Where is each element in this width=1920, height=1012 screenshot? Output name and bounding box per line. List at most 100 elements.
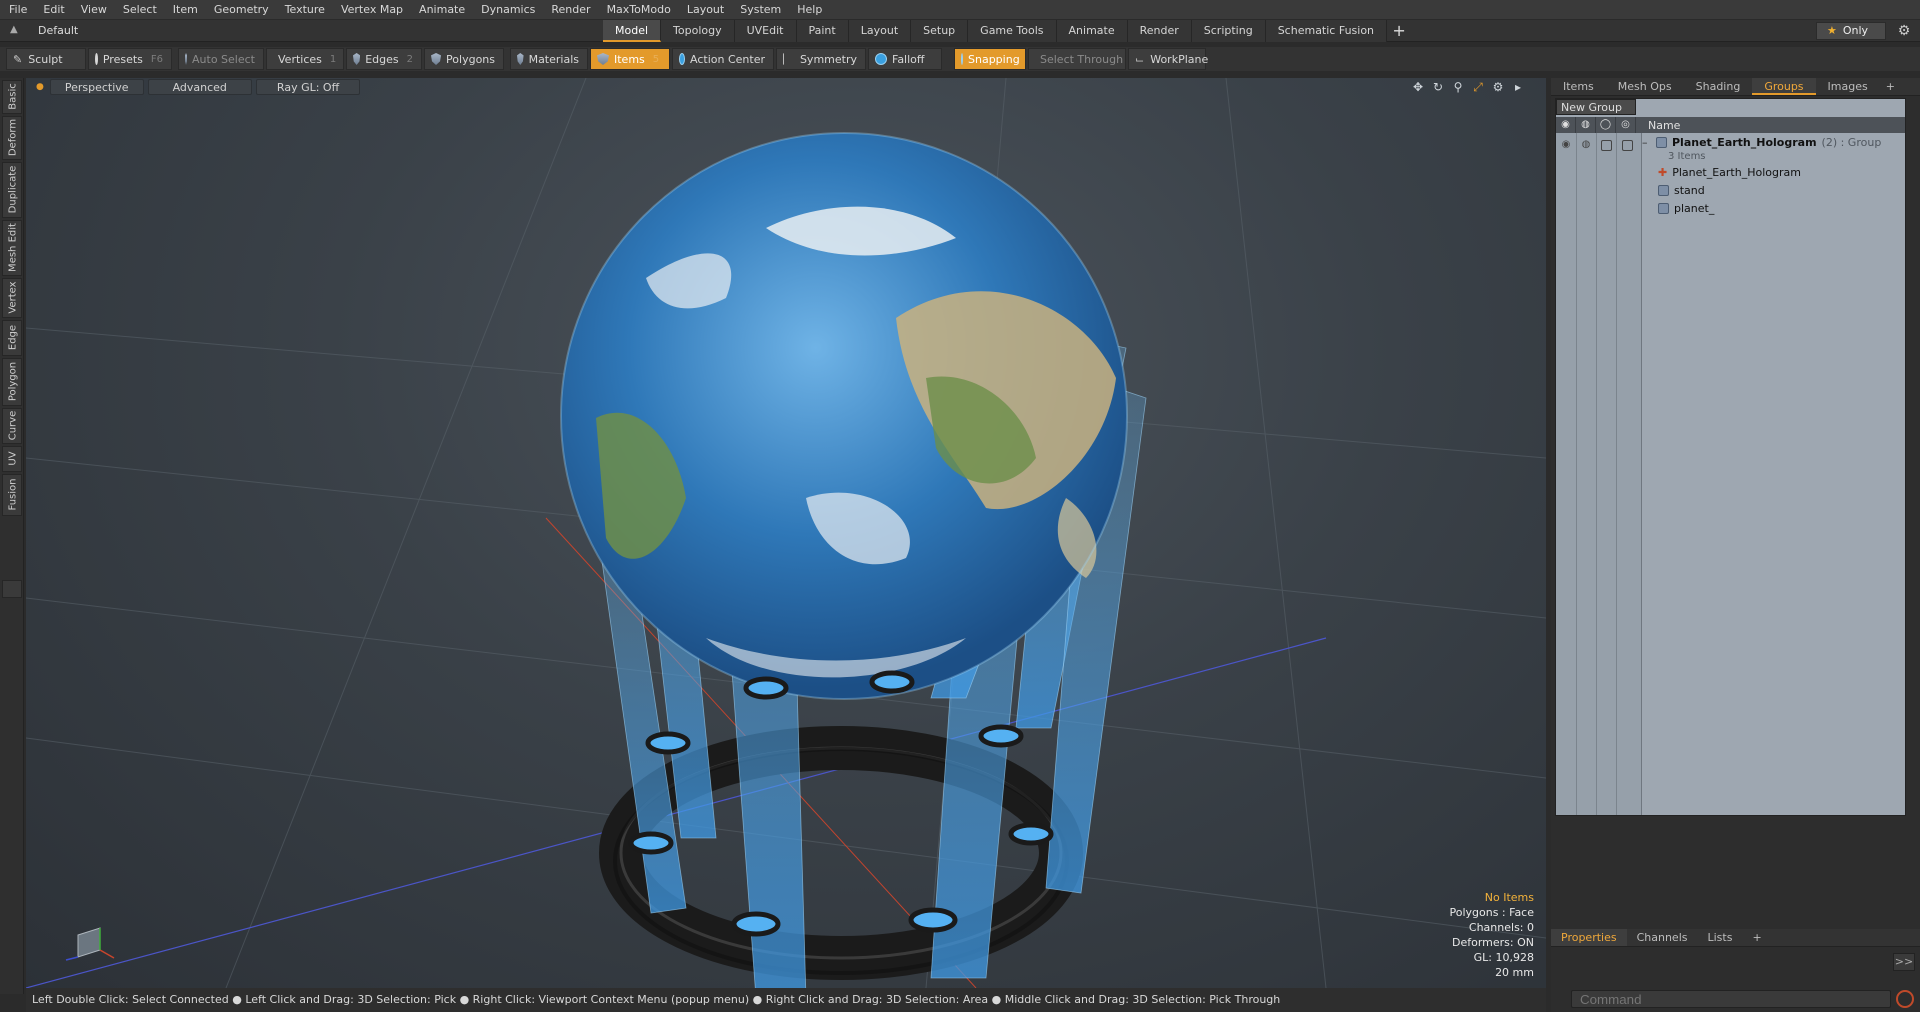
column-divider bbox=[1616, 133, 1617, 815]
view-mode-button[interactable]: Perspective bbox=[49, 79, 144, 95]
menu-edit[interactable]: Edit bbox=[34, 0, 71, 20]
left-tool-tabs: Basic Deform Duplicate Mesh Edit Vertex … bbox=[0, 78, 24, 994]
eye-icon[interactable]: ◉ bbox=[1560, 139, 1572, 151]
layout-selector[interactable]: ▲ Default Layouts ▾ bbox=[0, 20, 120, 59]
properties-tabs: Properties Channels Lists + bbox=[1551, 929, 1920, 947]
vtab-duplicate-label: Duplicate bbox=[7, 165, 19, 214]
menu-maxtomodo[interactable]: MaxToModo bbox=[598, 0, 678, 20]
tab-schematic-fusion[interactable]: Schematic Fusion bbox=[1265, 20, 1388, 42]
viewport-menu-icon[interactable]: ● bbox=[36, 82, 44, 92]
rotate-view-icon[interactable]: ↻ bbox=[1430, 80, 1446, 94]
menu-dynamics[interactable]: Dynamics bbox=[472, 0, 542, 20]
items-button[interactable]: Items 5 bbox=[590, 48, 670, 70]
menu-texture[interactable]: Texture bbox=[276, 0, 332, 20]
render-column-icon[interactable]: ◍ bbox=[1576, 117, 1596, 133]
select-through-label: Select Through bbox=[1040, 52, 1124, 66]
tab-scripting[interactable]: Scripting bbox=[1191, 20, 1266, 42]
auto-select-button[interactable]: Auto Select bbox=[178, 48, 264, 70]
menu-render[interactable]: Render bbox=[542, 0, 597, 20]
tab-mesh-ops[interactable]: Mesh Ops bbox=[1606, 78, 1684, 95]
menu-layout[interactable]: Layout bbox=[678, 0, 731, 20]
materials-button[interactable]: Materials bbox=[510, 48, 588, 70]
raygl-button[interactable]: Ray GL: Off bbox=[255, 79, 361, 95]
tab-uvedit[interactable]: UVEdit bbox=[734, 20, 797, 42]
name-column-header[interactable]: Name bbox=[1636, 119, 1680, 132]
viewport-settings-icon[interactable]: ⚙ bbox=[1490, 80, 1506, 94]
tree-item-row[interactable]: planet_ bbox=[1658, 199, 1714, 217]
polygons-button[interactable]: Polygons bbox=[424, 48, 504, 70]
tab-render[interactable]: Render bbox=[1127, 20, 1192, 42]
move-view-icon[interactable]: ✥ bbox=[1410, 80, 1426, 94]
vtab-duplicate[interactable]: Duplicate bbox=[2, 162, 22, 218]
only-toggle[interactable]: ★ Only bbox=[1816, 22, 1886, 40]
menu-system[interactable]: System bbox=[731, 0, 788, 20]
menu-view[interactable]: View bbox=[72, 0, 114, 20]
menu-file[interactable]: File bbox=[0, 0, 34, 20]
tab-setup[interactable]: Setup bbox=[911, 20, 969, 42]
edges-button[interactable]: Edges 2 bbox=[346, 48, 422, 70]
zoom-view-icon[interactable]: ⚲ bbox=[1450, 80, 1466, 94]
tab-groups[interactable]: Groups bbox=[1752, 78, 1816, 95]
tab-channels[interactable]: Channels bbox=[1627, 929, 1698, 946]
vtab-fusion[interactable]: Fusion bbox=[2, 474, 22, 516]
tab-topology[interactable]: Topology bbox=[661, 20, 735, 42]
expand-properties-button[interactable]: >> bbox=[1893, 953, 1915, 971]
add-panel-tab-button[interactable]: + bbox=[1880, 78, 1901, 95]
tab-model[interactable]: Model bbox=[603, 20, 662, 42]
tab-animate[interactable]: Animate bbox=[1056, 20, 1128, 42]
3d-viewport[interactable]: ● Perspective Advanced Ray GL: Off ✥ ↻ ⚲… bbox=[26, 78, 1546, 988]
vertices-button[interactable]: Vertices 1 bbox=[266, 48, 344, 70]
collapse-arrow-icon[interactable]: – bbox=[1642, 136, 1656, 149]
vtab-extra-button[interactable] bbox=[2, 580, 22, 598]
action-center-label: Action Center bbox=[690, 52, 765, 66]
tab-images[interactable]: Images bbox=[1816, 78, 1880, 95]
presets-button[interactable]: Presets F6 bbox=[88, 48, 172, 70]
lock-checkbox[interactable] bbox=[1601, 140, 1612, 151]
menu-animate[interactable]: Animate bbox=[410, 0, 472, 20]
add-properties-tab-button[interactable]: + bbox=[1742, 929, 1771, 946]
action-center-button[interactable]: Action Center bbox=[672, 48, 774, 70]
tree-item-row[interactable]: ✚ Planet_Earth_Hologram bbox=[1658, 163, 1801, 181]
workplane-button[interactable]: ⌙ WorkPlane bbox=[1128, 48, 1208, 70]
add-tab-button[interactable]: + bbox=[1387, 20, 1411, 42]
tab-items[interactable]: Items bbox=[1551, 78, 1606, 95]
menu-geometry[interactable]: Geometry bbox=[205, 0, 276, 20]
polygons-icon bbox=[431, 53, 442, 65]
menu-vertex-map[interactable]: Vertex Map bbox=[332, 0, 410, 20]
command-input[interactable] bbox=[1571, 990, 1891, 1008]
tab-lists[interactable]: Lists bbox=[1698, 929, 1743, 946]
render-icon[interactable]: ◍ bbox=[1580, 139, 1592, 151]
snapping-label: Snapping bbox=[968, 52, 1020, 66]
new-group-button[interactable]: New Group bbox=[1556, 99, 1636, 115]
menu-item[interactable]: Item bbox=[164, 0, 205, 20]
tab-paint[interactable]: Paint bbox=[796, 20, 849, 42]
advanced-button[interactable]: Advanced bbox=[147, 79, 252, 95]
select-column-icon[interactable]: ◎ bbox=[1616, 117, 1636, 133]
tab-layout[interactable]: Layout bbox=[848, 20, 912, 42]
menu-help[interactable]: Help bbox=[788, 0, 829, 20]
fit-view-icon[interactable]: ⤢ bbox=[1470, 80, 1486, 94]
falloff-button[interactable]: Falloff bbox=[868, 48, 942, 70]
tab-game-tools[interactable]: Game Tools bbox=[968, 20, 1057, 42]
menu-select[interactable]: Select bbox=[114, 0, 164, 20]
groups-list: New Group ◉ ◍ ◯ ◎ Name ◉ ◍ – Planet_Eart… bbox=[1555, 98, 1906, 816]
command-run-button[interactable] bbox=[1896, 990, 1914, 1008]
tree-item-row[interactable]: stand bbox=[1658, 181, 1705, 199]
items-label: Items bbox=[614, 52, 645, 66]
expand-arrow-icon[interactable]: ▸ bbox=[1510, 80, 1526, 94]
visibility-column-icon[interactable]: ◉ bbox=[1556, 117, 1576, 133]
lock-column-icon[interactable]: ◯ bbox=[1596, 117, 1616, 133]
gear-icon[interactable]: ⚙ bbox=[1896, 23, 1912, 39]
tree-item-label: planet_ bbox=[1674, 201, 1715, 215]
select-through-button[interactable]: Select Through bbox=[1028, 48, 1126, 70]
tab-properties[interactable]: Properties bbox=[1551, 929, 1627, 946]
symmetry-button[interactable]: Symmetry bbox=[776, 48, 866, 70]
action-center-icon bbox=[679, 53, 686, 65]
viewport-info: No Items Polygons : Face Channels: 0 Def… bbox=[1449, 890, 1534, 980]
vtab-deform[interactable]: Deform bbox=[2, 116, 22, 160]
right-panel-tabs: Items Mesh Ops Shading Groups Images + bbox=[1551, 78, 1920, 96]
snapping-button[interactable]: Snapping bbox=[954, 48, 1026, 70]
select-checkbox[interactable] bbox=[1622, 140, 1633, 151]
tab-shading[interactable]: Shading bbox=[1684, 78, 1753, 95]
group-icon bbox=[1656, 136, 1667, 148]
